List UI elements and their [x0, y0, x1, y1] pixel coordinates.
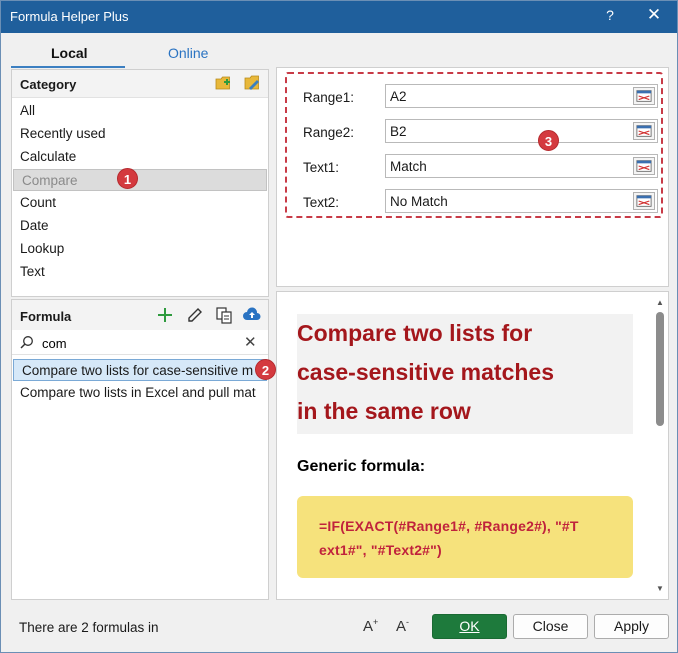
- close-window-button[interactable]: ✕: [645, 5, 663, 25]
- preview-title-line-2: case-sensitive matches: [297, 359, 554, 385]
- parameter-panel: Range1: A2 Range2: B2 Text1: Match Text2…: [276, 67, 669, 287]
- step-badge-3: 3: [538, 130, 559, 151]
- range-select-icon[interactable]: [633, 157, 655, 175]
- range1-value: A2: [390, 89, 407, 104]
- generic-formula-box: =IF(EXACT(#Range1#, #Range2#), "#T ext1#…: [297, 496, 633, 578]
- range2-label: Range2:: [303, 125, 355, 140]
- tab-online[interactable]: Online: [168, 45, 208, 61]
- formula-header: Formula: [12, 300, 268, 330]
- edit-category-icon[interactable]: [244, 75, 260, 91]
- text1-field[interactable]: Match: [385, 154, 658, 178]
- range-select-icon[interactable]: [633, 87, 655, 105]
- category-item-compare[interactable]: Compare: [13, 169, 267, 191]
- edit-formula-icon[interactable]: [186, 306, 204, 324]
- parameter-highlight-box: Range1: A2 Range2: B2 Text1: Match Text2…: [285, 72, 663, 218]
- category-header: Category: [12, 70, 268, 98]
- generic-formula-label: Generic formula:: [297, 458, 426, 475]
- text1-label: Text1:: [303, 160, 340, 175]
- apply-button[interactable]: Apply: [594, 614, 669, 639]
- title-bar: Formula Helper Plus ? ✕: [1, 1, 677, 33]
- category-item-text[interactable]: Text: [12, 261, 268, 283]
- formula-item-pull-matches[interactable]: Compare two lists in Excel and pull mat: [12, 382, 268, 404]
- formula-header-label: Formula: [20, 309, 72, 324]
- range2-field[interactable]: B2: [385, 119, 658, 143]
- scrollbar-thumb[interactable]: [656, 312, 664, 426]
- range-select-icon[interactable]: [633, 192, 655, 210]
- decrease-font-label: A: [396, 618, 407, 635]
- step-badge-1: 1: [117, 168, 138, 189]
- text2-field[interactable]: No Match: [385, 189, 658, 213]
- category-item-recently-used[interactable]: Recently used: [12, 123, 268, 145]
- preview-title-line-3: in the same row: [297, 398, 471, 424]
- formula-preview-panel: Compare two lists for case-sensitive mat…: [276, 291, 669, 600]
- status-text: There are 2 formulas in: [19, 620, 159, 635]
- tab-bar: Local Online: [11, 41, 269, 69]
- increase-font-label: A: [363, 618, 374, 635]
- text2-label: Text2:: [303, 195, 340, 210]
- step-badge-2: 2: [255, 359, 276, 380]
- category-header-label: Category: [20, 77, 77, 92]
- category-item-date[interactable]: Date: [12, 215, 268, 237]
- formula-code-line-1: =IF(EXACT(#Range1#, #Range2#), "#T: [319, 518, 579, 534]
- close-button[interactable]: Close: [513, 614, 588, 639]
- scroll-down-icon[interactable]: ▼: [656, 584, 664, 593]
- category-item-lookup[interactable]: Lookup: [12, 238, 268, 260]
- preview-scrollbar[interactable]: ▲ ▼: [655, 298, 665, 594]
- preview-title: Compare two lists for case-sensitive mat…: [297, 314, 633, 431]
- range1-field[interactable]: A2: [385, 84, 658, 108]
- range1-label: Range1:: [303, 90, 355, 105]
- range-select-icon[interactable]: [633, 122, 655, 140]
- add-formula-icon[interactable]: [156, 306, 174, 324]
- formula-search-row: ✕: [12, 331, 268, 355]
- window-title: Formula Helper Plus: [10, 9, 129, 24]
- category-item-calculate[interactable]: Calculate: [12, 146, 268, 168]
- cloud-upload-icon[interactable]: [243, 306, 261, 324]
- help-button[interactable]: ?: [601, 7, 619, 23]
- formula-item-case-sensitive[interactable]: Compare two lists for case-sensitive m: [13, 359, 267, 381]
- formula-panel: Formula ✕ Compare: [11, 299, 269, 600]
- active-tab-indicator: [11, 66, 125, 68]
- formula-helper-window: Formula Helper Plus ? ✕ Local Online Cat…: [0, 0, 678, 653]
- tab-local[interactable]: Local: [51, 45, 88, 61]
- preview-title-line-1: Compare two lists for: [297, 320, 533, 346]
- clear-search-icon[interactable]: ✕: [244, 333, 257, 351]
- text1-value: Match: [390, 159, 427, 174]
- generic-formula-code: =IF(EXACT(#Range1#, #Range2#), "#T ext1#…: [319, 514, 619, 562]
- formula-code-line-2: ext1#", "#Text2#"): [319, 542, 442, 558]
- category-item-count[interactable]: Count: [12, 192, 268, 214]
- decrease-font-button[interactable]: A-: [396, 617, 409, 635]
- new-category-icon[interactable]: [215, 76, 231, 90]
- text2-value: No Match: [390, 194, 448, 209]
- category-panel: Category All Recently used Calculate Com…: [11, 69, 269, 297]
- range2-value: B2: [390, 124, 407, 139]
- category-item-all[interactable]: All: [12, 100, 268, 122]
- search-icon: [20, 336, 33, 349]
- formula-search-input[interactable]: [42, 333, 232, 353]
- copy-formula-icon[interactable]: [215, 306, 233, 324]
- scroll-up-icon[interactable]: ▲: [656, 298, 664, 307]
- ok-button[interactable]: OK: [432, 614, 507, 639]
- increase-font-button[interactable]: A+: [363, 617, 378, 635]
